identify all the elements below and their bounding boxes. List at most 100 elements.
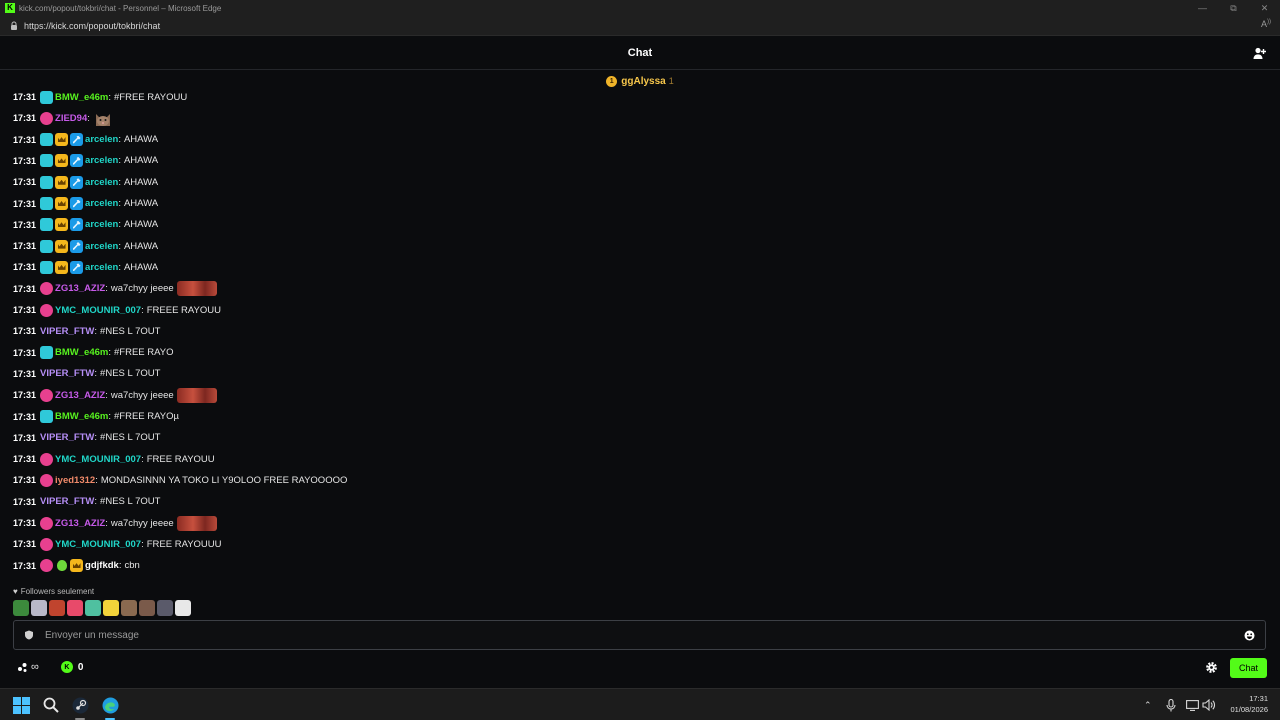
volume-icon[interactable] [1202,698,1216,712]
chat-message[interactable]: 17:31 VIPER_FTW: #NES L 7OUT [13,493,160,511]
windows-start-icon[interactable] [12,696,30,714]
message-username[interactable]: BMW_e46m [55,347,108,358]
subscriber-badge-icon[interactable] [40,410,54,423]
subscriber-badge-icon[interactable] [40,90,54,104]
crown-badge-icon[interactable] [55,239,69,253]
moderator-hammer-icon[interactable] [70,218,84,232]
gear-icon[interactable] [1205,661,1218,674]
message-username[interactable]: iyed1312 [55,475,95,486]
emoji-icon[interactable] [1244,630,1255,641]
message-username[interactable]: VIPER_FTW [40,496,94,507]
chat-message[interactable]: 17:31 arcelen: AHAWA [13,216,158,234]
search-icon[interactable] [42,696,60,714]
chat-message[interactable]: 17:31 VIPER_FTW: #NES L 7OUT [13,429,160,447]
chat-message[interactable]: 17:31 arcelen: AHAWA [13,131,158,149]
message-username[interactable]: ZG13_AZIZ [55,518,105,529]
edge-icon[interactable] [101,696,119,714]
subscriber-badge-icon[interactable] [40,111,54,125]
emote-image[interactable] [176,281,217,297]
chat-message[interactable]: 17:31 gdjfkdk: cbn [13,557,140,575]
chat-message[interactable]: 17:31 ZG13_AZIZ: wa7chyy jeeee [13,386,217,404]
message-username[interactable]: arcelen [85,177,118,188]
read-aloud-icon[interactable]: A)) [1261,19,1271,29]
message-username[interactable]: gdjfkdk [85,560,119,571]
subscriber-badge-icon[interactable] [40,303,54,317]
chat-message[interactable]: 17:31 iyed1312: MONDASINNN YA TOKO LI Y9OL… [13,471,347,489]
display-icon[interactable] [1186,698,1199,712]
recent-emote[interactable] [175,600,191,616]
message-username[interactable]: BMW_e46m [55,411,108,422]
subscriber-badge-icon[interactable] [40,133,54,147]
chat-message[interactable]: 17:31 ZIED94: [13,109,113,127]
minimize-button[interactable]: — [1187,0,1218,16]
subscriber-badge-icon[interactable] [40,452,54,466]
moderator-hammer-icon[interactable] [70,154,84,168]
users-icon[interactable] [1253,46,1267,60]
message-username[interactable]: ZIED94 [55,113,87,124]
chat-message[interactable]: 17:31 arcelen: AHAWA [13,237,158,255]
subscriber-badge-icon[interactable] [40,346,54,360]
recent-emote[interactable] [13,600,29,616]
microphone-icon[interactable] [1166,698,1176,712]
subscriber-badge-icon[interactable] [40,197,54,210]
message-username[interactable]: arcelen [85,198,118,209]
chat-message[interactable]: 17:31 arcelen: AHAWA [13,173,158,191]
chat-message[interactable]: 17:31 BMW_e46m: #FREE RAYO [13,344,173,362]
system-clock[interactable]: 17:31 01/08/2026 [1230,693,1268,715]
crown-badge-icon[interactable] [55,154,69,168]
chat-message[interactable]: 17:31 YMC_MOUNIR_007: FREE RAYOUUU [13,535,222,553]
recent-emote[interactable] [103,600,119,616]
message-username[interactable]: VIPER_FTW [40,326,94,337]
message-username[interactable]: arcelen [85,241,118,252]
emote-image[interactable] [176,515,217,531]
emote-image[interactable] [176,387,217,403]
chat-message[interactable]: 17:31 VIPER_FTW: #NES L 7OUT [13,322,160,340]
recent-emote[interactable] [121,600,137,616]
recent-emote[interactable] [85,600,101,616]
message-username[interactable]: YMC_MOUNIR_007 [55,454,141,465]
crown-badge-icon[interactable] [70,559,84,573]
recent-emote[interactable] [49,600,65,616]
chat-message[interactable]: 17:31 VIPER_FTW: #NES L 7OUT [13,365,160,383]
subscriber-badge-icon[interactable] [40,239,54,253]
chat-message[interactable]: 17:31 arcelen: AHAWA [13,152,158,170]
crown-badge-icon[interactable] [55,175,69,189]
cat-emote-image[interactable] [93,108,113,128]
message-username[interactable]: VIPER_FTW [40,368,94,379]
moderator-hammer-icon[interactable] [70,175,84,189]
message-username[interactable]: BMW_e46m [55,92,108,103]
subscriber-badge-icon[interactable] [40,218,54,232]
chat-message[interactable]: 17:31 arcelen: AHAWA [13,195,158,213]
message-username[interactable]: YMC_MOUNIR_007 [55,305,141,316]
subscriber-badge-icon[interactable] [40,559,54,573]
chat-message[interactable]: 17:31 YMC_MOUNIR_007: FREE RAYOUU [13,450,215,468]
subscriber-badge-icon[interactable] [40,516,54,530]
message-username[interactable]: YMC_MOUNIR_007 [55,539,141,550]
message-username[interactable]: ZG13_AZIZ [55,390,105,401]
crown-badge-icon[interactable] [55,133,69,147]
crown-badge-icon[interactable] [55,218,69,232]
timer-dots-icon[interactable] [17,662,28,673]
shield-icon[interactable] [24,630,34,640]
close-button[interactable]: ✕ [1249,0,1280,16]
moderator-hammer-icon[interactable] [70,133,84,147]
message-username[interactable]: arcelen [85,219,118,230]
subscriber-badge-icon[interactable] [40,282,54,296]
subscriber-badge-icon[interactable] [40,260,54,274]
chat-message[interactable]: 17:31 ZG13_AZIZ: wa7chyy jeeee [13,280,217,298]
chat-message[interactable]: 17:31 ZG13_AZIZ: wa7chyy jeeee [13,514,217,532]
chat-message[interactable]: 17:31 YMC_MOUNIR_007: FREEE RAYOUU [13,301,221,319]
chevron-up-icon[interactable]: ⌃ [1144,698,1152,712]
chat-message[interactable]: 17:31 arcelen: AHAWA [13,258,158,276]
subscriber-badge-icon[interactable] [40,537,54,551]
message-username[interactable]: arcelen [85,155,118,166]
moderator-hammer-icon[interactable] [70,239,84,253]
recent-emote[interactable] [67,600,83,616]
chat-message[interactable]: 17:31 BMW_e46m: #FREE RAYOµ [13,408,179,426]
subscriber-badge-icon[interactable] [40,473,54,487]
subscriber-badge-icon[interactable] [40,388,54,402]
recent-emote[interactable] [31,600,47,616]
subscriber-badge-icon[interactable] [40,175,54,189]
moderator-hammer-icon[interactable] [70,260,84,274]
moderator-hammer-icon[interactable] [70,197,84,210]
